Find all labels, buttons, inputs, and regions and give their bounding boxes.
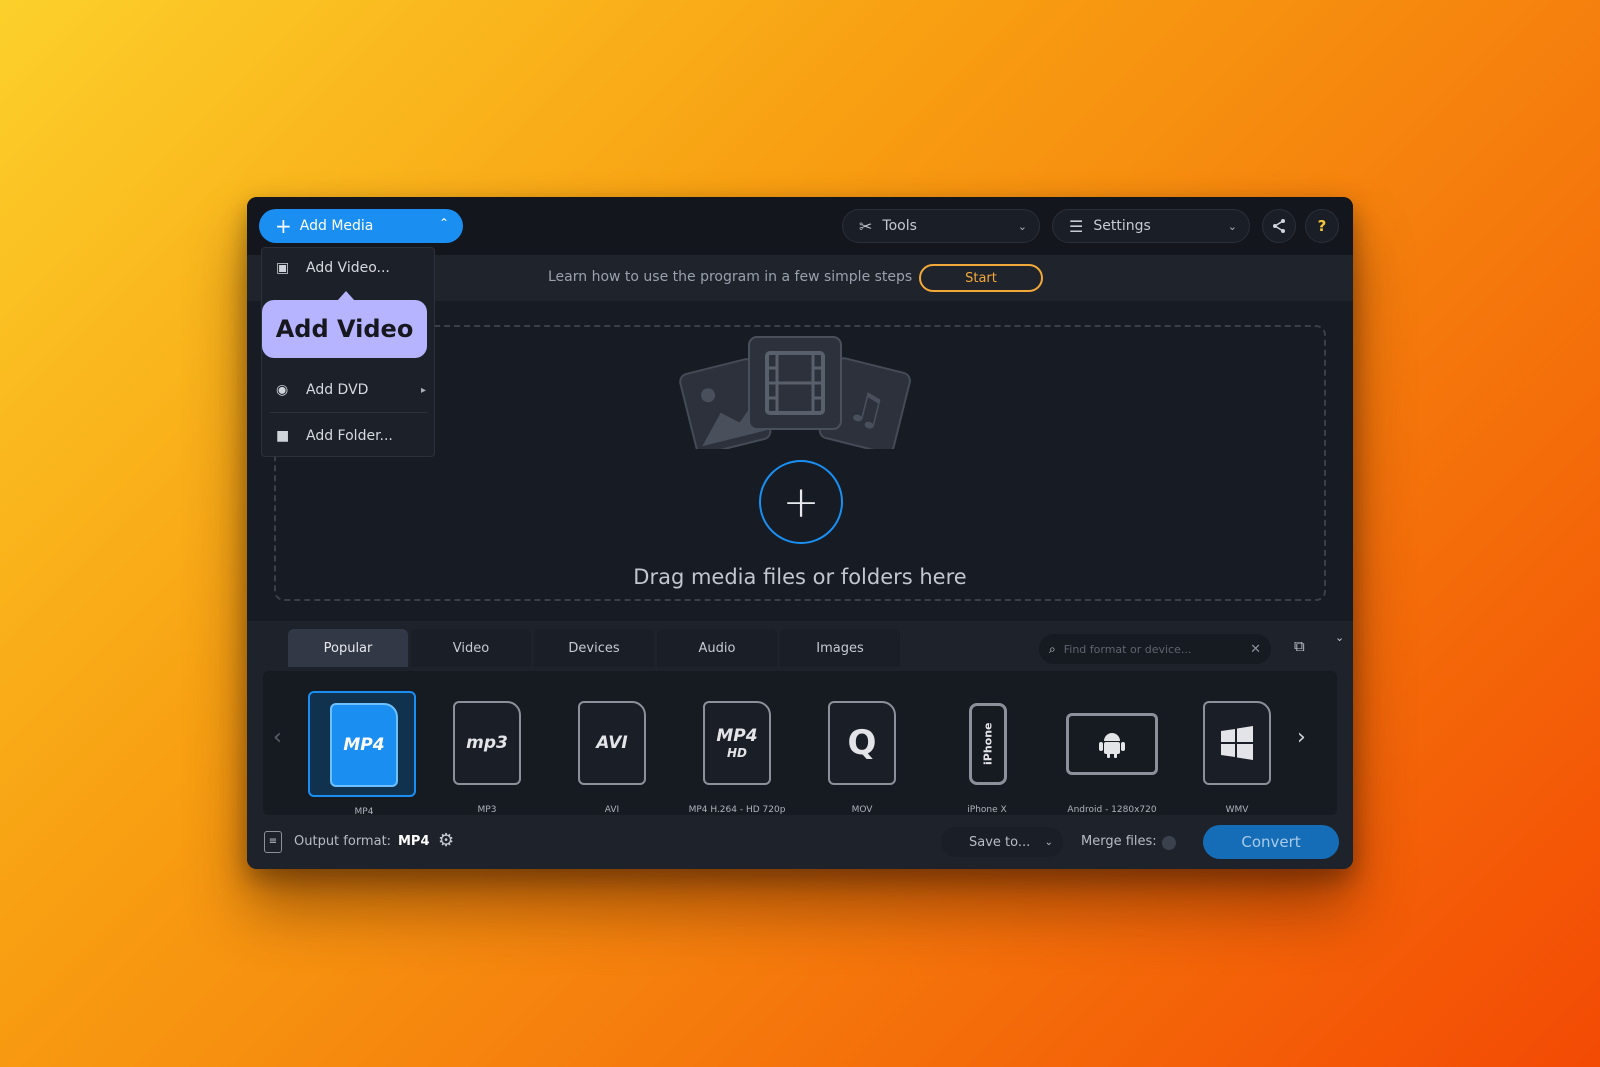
status-bar: ≡ Output format: MP4 ⚙ Save to... ⌄ Merg…	[247, 815, 1353, 869]
format-mov[interactable]: Q MOV	[808, 691, 916, 815]
chevron-down-icon: ⌄	[1044, 836, 1053, 848]
windows-icon	[1203, 701, 1271, 785]
format-mp4-hd[interactable]: MP4 HD MP4 H.264 - HD 720p	[683, 691, 791, 815]
tab-audio[interactable]: Audio	[657, 629, 777, 667]
format-avi[interactable]: AVI AVI	[558, 691, 666, 815]
menu-item-add-folder[interactable]: ■ Add Folder...	[276, 428, 426, 444]
format-label: MOV	[851, 805, 873, 815]
format-tabs: Popular Video Devices Audio Images	[288, 629, 903, 667]
tab-popular[interactable]: Popular	[288, 629, 408, 667]
help-button[interactable]: ?	[1305, 209, 1339, 243]
gear-icon[interactable]: ⚙	[438, 830, 454, 851]
settings-dropdown[interactable]: ☰ Settings ⌄	[1052, 209, 1250, 243]
windows-logo-icon	[1221, 726, 1253, 760]
settings-label: Settings	[1093, 218, 1151, 234]
chevron-down-icon: ⌄	[1227, 219, 1237, 233]
search-placeholder: Find format or device...	[1063, 642, 1192, 656]
format-iphone-x[interactable]: iPhone iPhone X	[933, 691, 1041, 815]
save-to-dropdown[interactable]: Save to... ⌄	[941, 827, 1063, 857]
format-label: AVI	[604, 805, 620, 815]
format-badge: Q	[847, 723, 877, 763]
format-label: Android - 1280x720	[1067, 805, 1157, 815]
format-badge: mp3	[466, 733, 508, 753]
format-search-input[interactable]: ⌕ Find format or device... ✕	[1039, 634, 1271, 664]
search-icon: ⌕	[1049, 641, 1056, 656]
sliders-icon: ☰	[1069, 216, 1084, 236]
android-icon	[1066, 713, 1158, 775]
format-badge: MP4	[716, 726, 758, 746]
format-label: iPhone X	[967, 805, 1007, 815]
start-button[interactable]: Start	[919, 264, 1043, 292]
folder-icon: ■	[276, 428, 290, 444]
chevron-down-icon[interactable]: ⌄	[1335, 631, 1344, 644]
tab-devices[interactable]: Devices	[534, 629, 654, 667]
format-android[interactable]: Android - 1280x720	[1058, 691, 1166, 815]
format-label: MP3	[477, 805, 497, 815]
help-icon: ?	[1317, 217, 1327, 235]
format-badge: AVI	[596, 733, 628, 753]
quicktime-icon: Q	[828, 701, 896, 785]
app-window: + Add Media ⌃ ✂ Tools ⌄ ☰ Settings ⌄ ? L…	[247, 197, 1353, 869]
format-label: WMV	[1225, 805, 1249, 815]
iphone-icon: iPhone	[969, 703, 1007, 785]
add-files-button[interactable]: +	[759, 460, 843, 544]
menu-item-label: Add Folder...	[306, 428, 393, 444]
avi-icon: AVI	[578, 701, 646, 785]
format-panel: Popular Video Devices Audio Images ⌕ Fin…	[247, 621, 1353, 869]
film-frame-icon: ▣	[276, 260, 290, 276]
android-robot-icon	[1099, 733, 1125, 758]
menu-item-add-dvd[interactable]: ◉ Add DVD ▸	[276, 382, 426, 398]
mp4-hd-icon: MP4 HD	[703, 701, 771, 785]
add-media-button[interactable]: + Add Media ⌃	[259, 209, 463, 243]
media-illustration-icon: ♫	[679, 336, 911, 449]
file-list-icon[interactable]: ≡	[264, 831, 282, 853]
share-icon	[1273, 219, 1285, 233]
format-label: MP4 H.264 - HD 720p	[688, 805, 786, 815]
menu-item-add-video[interactable]: ▣ Add Video...	[276, 260, 426, 276]
menu-item-label: Add DVD	[306, 382, 369, 398]
disc-icon: ◉	[276, 382, 289, 398]
merge-files-toggle[interactable]	[1162, 836, 1176, 850]
format-mp4[interactable]: MP4 MP4	[308, 691, 416, 817]
plus-icon: +	[275, 214, 292, 238]
add-video-tooltip: Add Video	[262, 291, 427, 358]
chevron-left-icon[interactable]: ‹	[273, 725, 282, 750]
merge-files-label: Merge files:	[1081, 834, 1157, 849]
output-format-value: MP4	[398, 834, 430, 849]
format-badge: iPhone	[981, 722, 995, 766]
mp4-icon: MP4	[330, 703, 398, 787]
learn-text: Learn how to use the program in a few si…	[548, 269, 913, 285]
drag-hint-text: Drag media files or folders here	[633, 565, 967, 589]
menu-item-label: Add Video...	[306, 260, 390, 276]
format-strip: ‹ MP4 MP4 mp3 MP3 AVI AVI MP4 HD MP4 H.2…	[263, 671, 1337, 817]
chevron-right-icon[interactable]: ›	[1297, 725, 1306, 750]
tools-dropdown[interactable]: ✂ Tools ⌄	[842, 209, 1040, 243]
add-media-label: Add Media	[299, 218, 374, 234]
clear-icon[interactable]: ✕	[1250, 642, 1261, 657]
output-format-label: Output format:	[294, 834, 392, 849]
format-sub-badge: HD	[726, 746, 747, 760]
tab-video[interactable]: Video	[411, 629, 531, 667]
convert-button[interactable]: Convert	[1203, 825, 1339, 859]
share-button[interactable]	[1262, 209, 1296, 243]
menu-divider	[270, 412, 428, 413]
format-badge: MP4	[343, 735, 385, 755]
format-mp3[interactable]: mp3 MP3	[433, 691, 541, 815]
mp3-icon: mp3	[453, 701, 521, 785]
chevron-up-icon: ⌃	[438, 216, 449, 230]
chevron-down-icon: ⌄	[1017, 219, 1027, 233]
device-detect-icon[interactable]: ⧉	[1294, 637, 1305, 655]
tab-images[interactable]: Images	[780, 629, 900, 667]
format-wmv[interactable]: WMV	[1183, 691, 1291, 815]
plus-icon: +	[782, 476, 820, 528]
save-to-label: Save to...	[969, 834, 1031, 850]
chevron-right-icon: ▸	[420, 384, 426, 396]
tools-icon: ✂	[859, 216, 873, 236]
tools-label: Tools	[882, 218, 917, 234]
